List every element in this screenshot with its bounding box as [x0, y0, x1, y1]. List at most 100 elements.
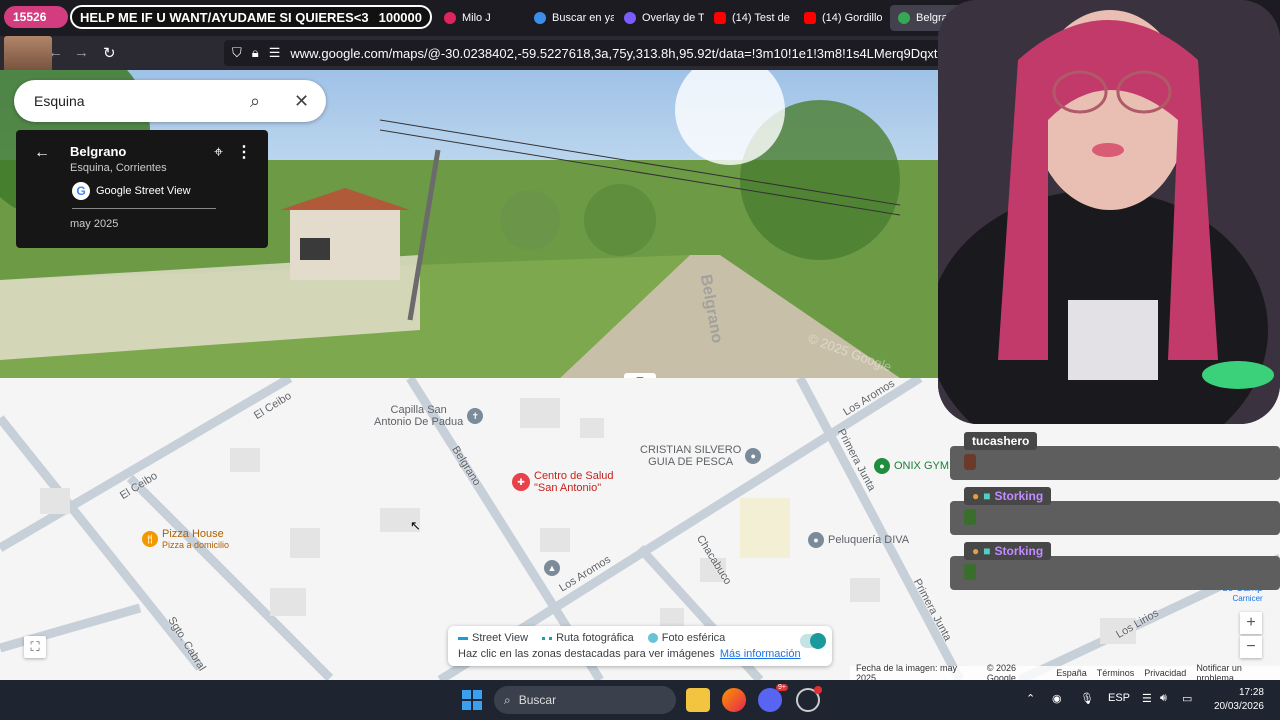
language-indicator[interactable]: ESP — [1108, 692, 1130, 704]
zoom-in-button[interactable]: + — [1240, 612, 1262, 634]
start-tile — [473, 690, 482, 699]
close-icon[interactable]: ✕ — [294, 91, 309, 112]
chat-username: tucashero — [964, 432, 1038, 450]
tab-test[interactable]: (14) Test de — [706, 5, 794, 31]
username-text: Storking — [994, 544, 1044, 558]
gym-icon: ● — [874, 458, 890, 474]
file-explorer-icon[interactable] — [686, 688, 710, 712]
chat-message: ● ■ Storking — [950, 540, 1280, 592]
location-pin-icon[interactable]: ⌖ — [214, 144, 223, 162]
badge-icon: ● — [972, 489, 980, 503]
volume-icon[interactable]: 🔊︎ — [1160, 692, 1167, 705]
poi-sublabel: Carnicer — [1232, 594, 1263, 603]
region-link[interactable]: España — [1056, 668, 1087, 678]
chat-username: ● ■ Storking — [964, 542, 1052, 560]
username-text: Storking — [994, 489, 1044, 503]
discord-tray-icon[interactable]: ◉ — [1052, 692, 1062, 705]
tab-buscar[interactable]: Buscar en ya — [526, 5, 614, 31]
poi-onix-gym[interactable]: ● ONIX GYM — [874, 458, 949, 474]
legend-street-view: Street View — [458, 632, 528, 644]
restaurant-icon: 🍴︎ — [142, 531, 158, 547]
clock-date: 20/03/2026 — [1213, 701, 1264, 712]
search-query: Esquina — [34, 93, 85, 109]
forward-icon[interactable]: → — [74, 44, 89, 61]
legend-esferica: Foto esférica — [647, 632, 726, 644]
report-link[interactable]: Notificar un problema — [1196, 663, 1280, 680]
url-bar[interactable]: ⛉ 🔒︎ ☰ www.google.com/maps/@-30.0238402,… — [224, 40, 940, 66]
badge-icon: ■ — [983, 544, 991, 558]
more-options-icon[interactable]: ⋮ — [236, 142, 252, 162]
shield-icon[interactable]: ⛉ — [232, 45, 242, 61]
tab-label: Buscar en ya — [552, 12, 614, 24]
mouse-cursor-icon: ↖ — [410, 518, 421, 533]
legend-label: Street View — [472, 632, 529, 644]
poi-centro-salud[interactable]: ✚ Centro de Salud "San Antonio" — [512, 470, 614, 494]
tab-milo[interactable]: Milo J — [436, 5, 524, 31]
windows-start-icon[interactable] — [462, 690, 482, 710]
donation-banner: HELP ME IF U WANT/AYUDAME SI QUIERES<3 1… — [70, 5, 432, 29]
tab-gordillo[interactable]: (14) Gordillo — [796, 5, 888, 31]
legend-hint-text: Haz clic en las zonas destacadas para ve… — [458, 648, 715, 660]
youtube-icon — [714, 12, 726, 24]
zoom-out-button[interactable]: − — [1240, 636, 1262, 658]
microphone-icon[interactable]: 🎙︎ — [1080, 692, 1094, 705]
search-input[interactable]: Esquina ⌕ ✕ — [14, 80, 326, 122]
poi-sublabel: Pizza a domicilio — [162, 540, 230, 550]
poi-school[interactable]: ▲ — [544, 560, 560, 576]
wifi-icon[interactable]: ☰ — [1142, 692, 1152, 705]
chat-message: tucashero — [950, 430, 1280, 482]
fullscreen-icon[interactable]: ⛶ — [24, 636, 46, 658]
reload-icon[interactable]: ↻ — [103, 44, 116, 62]
emote-icon — [964, 509, 976, 525]
street-view-toggle[interactable] — [800, 633, 826, 649]
tab-favicon-icon — [534, 12, 546, 24]
poi-peluqueria[interactable]: ● Peluquería DIVA — [808, 532, 909, 548]
map-footer: Fecha de la imagen: may 2025 © 2026 Goog… — [850, 663, 1280, 680]
tab-label: Overlay de T — [642, 12, 704, 24]
poi-pizza-house[interactable]: 🍴︎ Pizza House Pizza a domicilio — [142, 528, 229, 550]
back-arrow-icon[interactable]: ← — [34, 144, 50, 162]
obs-icon[interactable] — [796, 686, 822, 712]
chevron-up-icon[interactable]: ⌃ — [1026, 692, 1035, 705]
tab-label: (14) Gordillo — [822, 12, 883, 24]
dotted-swatch-icon — [542, 636, 553, 640]
terms-link[interactable]: Términos — [1097, 668, 1135, 678]
taskbar-search[interactable]: ⌕ Buscar — [494, 686, 676, 714]
tab-overlay[interactable]: Overlay de T — [616, 5, 704, 31]
clock[interactable]: 17:28 20/03/2026 — [1208, 686, 1264, 714]
lock-icon[interactable]: 🔒︎ — [252, 45, 259, 61]
firefox-icon[interactable] — [722, 688, 746, 712]
poi-label: ONIX GYM — [894, 460, 950, 472]
start-tile — [462, 690, 471, 699]
privacy-link[interactable]: Privacidad — [1144, 668, 1186, 678]
badge-icon: ● — [972, 544, 980, 558]
legend-label: Foto esférica — [661, 632, 726, 644]
google-logo-icon: G — [72, 182, 90, 200]
search-icon[interactable]: ⌕ — [250, 91, 260, 112]
poi-cristian-silvero[interactable]: CRISTIAN SILVERO GUIA DE PESCA ● — [640, 444, 762, 468]
more-info-link[interactable]: Más información — [720, 648, 801, 660]
discord-icon[interactable]: 9+ — [758, 684, 788, 712]
discord-badge: 9+ — [776, 684, 788, 691]
poi-capilla[interactable]: Capilla San Antonio De Padua ✝ — [374, 404, 484, 428]
dot-swatch-icon — [647, 633, 658, 643]
line-swatch-icon — [458, 636, 468, 640]
battery-icon[interactable]: ▭ — [1182, 692, 1192, 705]
legend-label: Ruta fotográfica — [556, 632, 634, 644]
poi-label: Peluquería DIVA — [828, 534, 910, 546]
badge-icon: ■ — [983, 489, 991, 503]
banner-text: HELP ME IF U WANT/AYUDAME SI QUIERES<3 — [80, 9, 369, 25]
source-label: Google Street View — [96, 185, 191, 197]
poi-label: Centro de Salud "San Antonio" — [534, 470, 614, 494]
tab-label: Milo J — [462, 12, 491, 24]
legend-ruta: Ruta fotográfica — [542, 632, 634, 644]
street-view-legend: Street View Ruta fotográfica Foto esféri… — [448, 626, 832, 666]
chat-message-body — [950, 556, 1280, 590]
search-icon: ⌕ — [504, 692, 511, 707]
permissions-icon[interactable]: ☰ — [269, 45, 281, 61]
tab-favicon-icon — [444, 12, 456, 24]
hospital-pin-icon: ✚ — [512, 473, 530, 491]
capture-date: may 2025 — [70, 218, 119, 230]
emote-icon — [964, 564, 976, 580]
source-badge: G Google Street View — [72, 182, 191, 200]
